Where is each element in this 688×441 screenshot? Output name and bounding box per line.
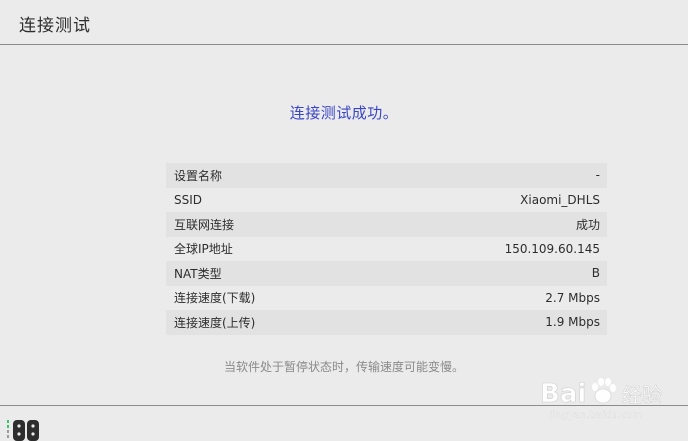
joycon-controller-icon	[7, 420, 39, 441]
info-row-internet-connection: 互联网连接 成功	[166, 212, 607, 237]
info-row-nat-type: NAT类型 B	[166, 261, 607, 286]
info-row-global-ip: 全球IP地址 150.109.60.145	[166, 236, 607, 261]
svg-text:Bai: Bai	[540, 379, 586, 409]
info-label: 连接速度(下载)	[174, 291, 256, 306]
info-label: 全球IP地址	[174, 242, 233, 257]
connection-info-table: 设置名称 - SSID Xiaomi_DHLS 互联网连接 成功 全球IP地址 …	[166, 163, 607, 335]
watermark-url: jingyan.baidu.com	[549, 410, 642, 421]
info-row-ssid: SSID Xiaomi_DHLS	[166, 187, 607, 212]
info-row-setting-name: 设置名称 -	[166, 163, 607, 188]
info-label: 连接速度(上传)	[174, 315, 256, 330]
info-label: 互联网连接	[174, 217, 235, 232]
svg-text:经验: 经验	[622, 383, 662, 407]
info-value: 1.9 Mbps	[545, 315, 600, 330]
page-title: 连接测试	[19, 16, 91, 36]
info-value: B	[591, 266, 600, 281]
info-value: 150.109.60.145	[504, 241, 600, 256]
info-value: Xiaomi_DHLS	[520, 192, 600, 207]
info-value: -	[595, 168, 600, 183]
test-result-message: 连接测试成功。	[289, 104, 399, 122]
info-label: NAT类型	[174, 266, 222, 281]
info-value: 成功	[575, 217, 600, 232]
info-row-download-speed: 连接速度(下载) 2.7 Mbps	[166, 285, 607, 310]
info-label: SSID	[174, 192, 203, 207]
info-value: 2.7 Mbps	[545, 290, 600, 305]
info-row-upload-speed: 连接速度(上传) 1.9 Mbps	[166, 310, 607, 335]
header-bar: 连接测试	[0, 0, 688, 45]
info-label: 设置名称	[174, 168, 223, 183]
baidu-jingyan-watermark: Bai 经验 jingyan.baidu.com	[536, 368, 676, 428]
